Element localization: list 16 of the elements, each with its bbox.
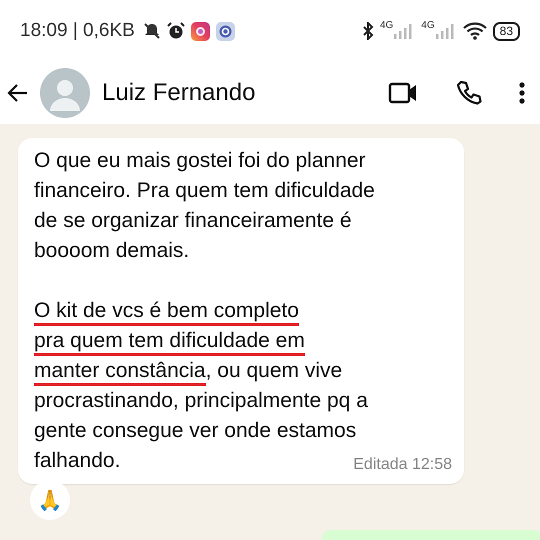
message-text: falhando. xyxy=(34,448,120,474)
message-timestamp: Editada 12:58 xyxy=(353,456,452,474)
message-text: gente consegue ver onde estamos xyxy=(34,418,356,444)
network-label: 4G xyxy=(421,20,435,31)
message-text: procrastinando, principalmente pq a xyxy=(34,388,368,414)
contact-name[interactable]: Luiz Fernando xyxy=(102,79,256,107)
message-text: boooom demais. xyxy=(34,238,190,264)
status-time: 18:09 | 0,6KB xyxy=(20,20,135,42)
message-text: de se organizar financeiramente é xyxy=(34,208,352,234)
message-text: O kit de vcs é bem completo xyxy=(34,296,299,326)
message-text: pra quem tem dificuldade em xyxy=(34,326,305,356)
battery-icon: 83 xyxy=(492,22,520,40)
network-label: 4G xyxy=(380,20,394,31)
message-text: O que eu mais gostei foi do planner xyxy=(34,148,366,174)
message-text: financeiro. Pra quem tem dificuldade xyxy=(34,178,375,204)
message-text: manter constância, ou quem vive xyxy=(34,356,342,386)
